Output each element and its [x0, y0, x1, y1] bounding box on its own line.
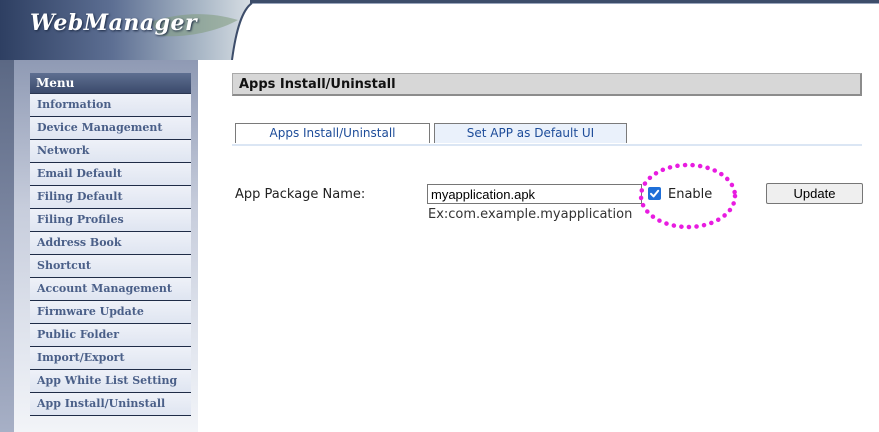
update-button[interactable]: Update	[766, 183, 863, 204]
menu-item-network[interactable]: Network	[30, 140, 191, 163]
menu-item-app-white-list-setting[interactable]: App White List Setting	[30, 370, 191, 393]
menu-item-device-management[interactable]: Device Management	[30, 117, 191, 140]
page-title: Apps Install/Uninstall	[232, 73, 862, 96]
sidebar-edge	[0, 60, 14, 432]
menu-item-app-install-uninstall[interactable]: App Install/Uninstall	[30, 393, 191, 416]
menu-title: Menu	[30, 73, 191, 94]
menu-item-import-export[interactable]: Import/Export	[30, 347, 191, 370]
header-divider	[250, 3, 879, 4]
package-name-label: App Package Name:	[235, 187, 366, 202]
menu-item-filing-default[interactable]: Filing Default	[30, 186, 191, 209]
menu-item-address-book[interactable]: Address Book	[30, 232, 191, 255]
tab-baseline	[232, 144, 862, 146]
header: WebManager	[0, 0, 879, 60]
sidebar: Menu Information Device Management Netwo…	[0, 60, 198, 432]
highlight-circle	[638, 162, 738, 230]
menu-item-filing-profiles[interactable]: Filing Profiles	[30, 209, 191, 232]
webmanager-logo: WebManager	[30, 10, 198, 36]
package-name-input[interactable]	[427, 184, 642, 204]
menu-item-email-default[interactable]: Email Default	[30, 163, 191, 186]
menu-item-firmware-update[interactable]: Firmware Update	[30, 301, 191, 324]
tab-set-app-as-default-ui[interactable]: Set APP as Default UI	[434, 123, 627, 143]
tab-bar: Apps Install/Uninstall Set APP as Defaul…	[232, 123, 862, 146]
menu-item-shortcut[interactable]: Shortcut	[30, 255, 191, 278]
menu-item-information[interactable]: Information	[30, 94, 191, 117]
package-name-hint: Ex:com.example.myapplication	[428, 207, 633, 222]
tab-apps-install-uninstall[interactable]: Apps Install/Uninstall	[235, 123, 430, 143]
menu: Menu Information Device Management Netwo…	[30, 73, 191, 416]
menu-item-account-management[interactable]: Account Management	[30, 278, 191, 301]
menu-item-public-folder[interactable]: Public Folder	[30, 324, 191, 347]
